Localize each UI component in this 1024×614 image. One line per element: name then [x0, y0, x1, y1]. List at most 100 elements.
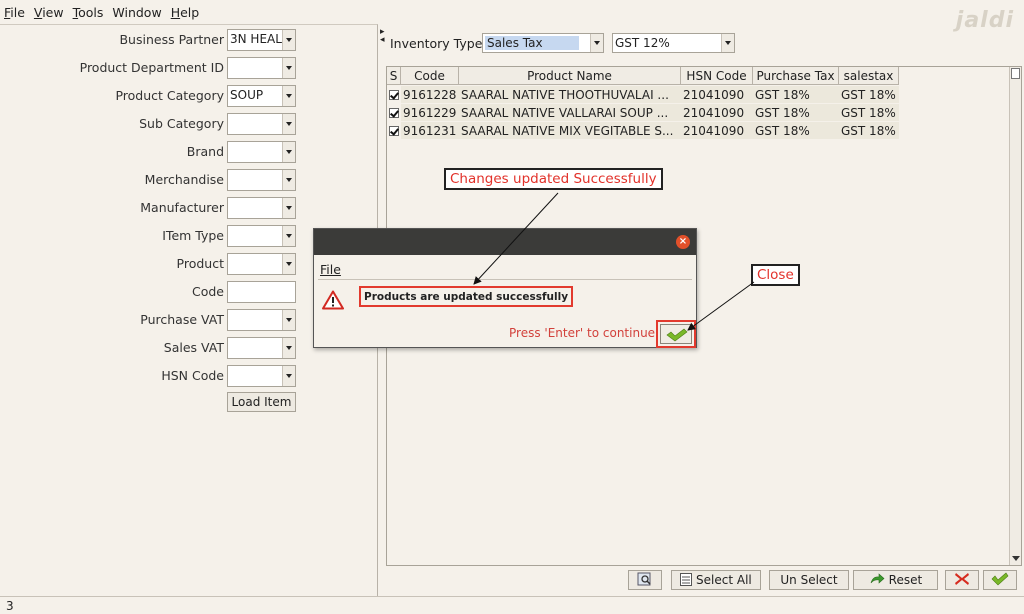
filter-sub-category: Sub Category — [0, 113, 378, 135]
cell-sales-tax: GST 18% — [839, 104, 899, 122]
column-header-code[interactable]: Code — [401, 67, 459, 85]
cell-hsn: 21041090 — [681, 122, 753, 140]
cell-code: 9161231 — [401, 122, 459, 140]
purchase-vat-combo[interactable] — [227, 309, 296, 331]
column-chooser-icon[interactable] — [1011, 68, 1020, 79]
chevron-down-icon[interactable] — [282, 254, 295, 274]
reset-button[interactable]: Reset — [853, 570, 938, 590]
dialog-menu-file[interactable]: File — [320, 262, 341, 277]
row-select-checkbox[interactable] — [387, 122, 401, 140]
cell-product-name: SAARAL NATIVE MIX VEGITABLE S... — [459, 122, 681, 140]
close-icon[interactable]: × — [676, 235, 690, 249]
chevron-down-icon[interactable] — [721, 34, 734, 52]
panel-splitter-handle[interactable]: ▸ ◂ — [380, 28, 385, 45]
cell-product-name: SAARAL NATIVE VALLARAI SOUP ... — [459, 104, 681, 122]
table-row[interactable]: 9161228 SAARAL NATIVE THOOTHUVALAI ... 2… — [387, 86, 899, 104]
chevron-down-icon[interactable] — [282, 58, 295, 78]
table-header: S Code Product Name HSN Code Purchase Ta… — [387, 67, 899, 85]
chevron-down-icon[interactable] — [282, 310, 295, 330]
dialog-hint: Press 'Enter' to continue — [509, 326, 656, 340]
checkmark-icon — [389, 90, 399, 100]
menu-window[interactable]: Window — [112, 5, 161, 20]
column-header-salestax[interactable]: salestax — [839, 67, 899, 85]
filter-merchandise: Merchandise — [0, 169, 378, 191]
menu-view[interactable]: View — [34, 5, 64, 20]
chevron-down-icon[interactable] — [282, 86, 295, 106]
row-select-checkbox[interactable] — [387, 86, 401, 104]
row-select-checkbox[interactable] — [387, 104, 401, 122]
filter-product-department: Product Department ID — [0, 57, 378, 79]
filter-manufacturer: Manufacturer — [0, 197, 378, 219]
inventory-type-combo[interactable]: Sales Tax — [482, 33, 604, 53]
menu-tools[interactable]: Tools — [73, 5, 104, 20]
table-vertical-scrollbar[interactable] — [1009, 67, 1021, 565]
sub-category-combo[interactable] — [227, 113, 296, 135]
cell-hsn: 21041090 — [681, 86, 753, 104]
chevron-down-icon[interactable] — [282, 338, 295, 358]
preview-button[interactable] — [628, 570, 662, 590]
filter-brand: Brand — [0, 141, 378, 163]
chevron-down-icon[interactable] — [282, 226, 295, 246]
confirm-button[interactable] — [983, 570, 1017, 590]
tax-rate-combo[interactable]: GST 12% — [612, 33, 735, 53]
code-input[interactable] — [227, 281, 296, 303]
chevron-down-icon[interactable] — [282, 30, 295, 50]
dialog-title-bar: × — [314, 229, 696, 255]
manufacturer-combo[interactable] — [227, 197, 296, 219]
chevron-down-icon[interactable] — [282, 114, 295, 134]
product-category-combo[interactable]: SOUP — [227, 85, 296, 107]
dialog-ok-button[interactable] — [660, 324, 692, 344]
cell-code: 9161229 — [401, 104, 459, 122]
checkmark-icon — [991, 572, 1009, 585]
magnifier-icon — [637, 572, 651, 585]
filter-business-partner: Business Partner 3N HEAL — [0, 29, 378, 51]
merchandise-combo[interactable] — [227, 169, 296, 191]
column-header-select[interactable]: S — [387, 67, 401, 85]
sales-vat-combo[interactable] — [227, 337, 296, 359]
column-header-hsn-code[interactable]: HSN Code — [681, 67, 753, 85]
menu-help[interactable]: Help — [171, 5, 200, 20]
filter-product-category: Product Category SOUP — [0, 85, 378, 107]
hsn-code-combo[interactable] — [227, 365, 296, 387]
reset-arrow-icon — [870, 573, 885, 584]
menu-bar: File View Tools Window Help — [0, 0, 1024, 24]
inventory-type-label: Inventory Type — [390, 36, 483, 51]
item-type-combo[interactable] — [227, 225, 296, 247]
chevron-down-icon[interactable] — [282, 170, 295, 190]
cell-purchase-tax: GST 18% — [753, 104, 839, 122]
bottom-toolbar: Select All Un Select Reset — [0, 568, 1024, 594]
column-header-purchase-tax[interactable]: Purchase Tax — [753, 67, 839, 85]
table-row[interactable]: 9161229 SAARAL NATIVE VALLARAI SOUP ... … — [387, 104, 899, 122]
filter-hsn-code: HSN Code — [0, 365, 378, 387]
cell-purchase-tax: GST 18% — [753, 86, 839, 104]
cancel-button[interactable] — [945, 570, 979, 590]
product-department-combo[interactable] — [227, 57, 296, 79]
chevron-down-icon[interactable] — [282, 142, 295, 162]
scroll-down-icon[interactable] — [1012, 556, 1020, 561]
dialog-message: Products are updated successfully — [359, 286, 574, 307]
cell-hsn: 21041090 — [681, 104, 753, 122]
select-all-button[interactable]: Select All — [671, 570, 761, 590]
chevron-down-icon[interactable] — [282, 198, 295, 218]
chevron-down-icon[interactable] — [282, 366, 295, 386]
checkmark-icon — [389, 126, 399, 136]
list-icon — [680, 573, 693, 586]
checkmark-icon — [389, 108, 399, 118]
load-item-button[interactable]: Load Item — [227, 392, 296, 412]
table-row[interactable]: 9161231 SAARAL NATIVE MIX VEGITABLE S...… — [387, 122, 899, 140]
cell-purchase-tax: GST 18% — [753, 122, 839, 140]
column-header-product-name[interactable]: Product Name — [459, 67, 681, 85]
success-dialog: × File Products are updated successfully… — [313, 228, 697, 348]
dialog-ok-highlight — [656, 320, 696, 348]
chevron-down-icon[interactable] — [590, 34, 603, 52]
menu-file[interactable]: File — [4, 5, 25, 20]
product-combo[interactable] — [227, 253, 296, 275]
close-icon — [955, 572, 969, 585]
un-select-button[interactable]: Un Select — [769, 570, 849, 590]
cell-sales-tax: GST 18% — [839, 122, 899, 140]
business-partner-combo[interactable]: 3N HEAL — [227, 29, 296, 51]
brand-combo[interactable] — [227, 141, 296, 163]
callout-changes-updated: Changes updated Successfully — [444, 168, 663, 190]
checkmark-icon — [666, 328, 688, 342]
callout-close: Close — [751, 264, 800, 286]
